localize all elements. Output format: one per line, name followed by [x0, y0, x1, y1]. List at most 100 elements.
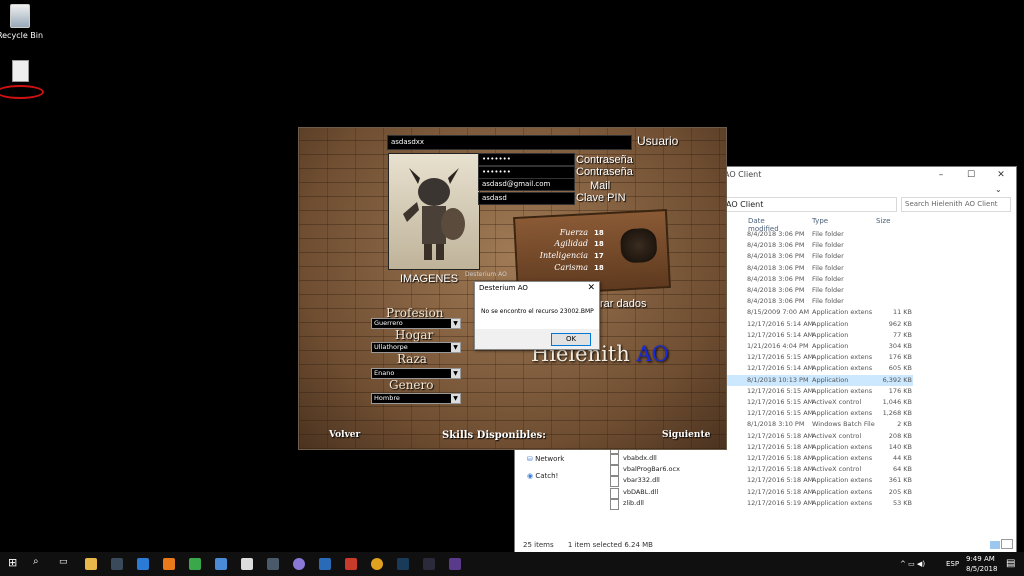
app-k-icon[interactable] [111, 558, 123, 570]
file-date: 12/17/2016 5:15 AM [747, 386, 814, 395]
chevron-down-icon: ▼ [451, 343, 460, 352]
desktop-icon-file[interactable] [0, 60, 50, 99]
app-dark-icon[interactable] [423, 558, 435, 570]
character-portrait[interactable] [388, 153, 480, 270]
notifications-icon[interactable]: ▤ [1006, 558, 1015, 569]
tray-icons[interactable]: ^ ▭ ◀) [900, 560, 925, 568]
app-x-icon[interactable] [163, 558, 175, 570]
ok-button[interactable]: OK [551, 333, 591, 346]
file-size: 962 KB [888, 319, 912, 328]
column-size[interactable]: Size [876, 217, 890, 225]
search-icon[interactable]: ⌕ [33, 556, 45, 568]
file-row[interactable]: zlib.dll 12/17/2016 5:19 AM Application ex… [515, 498, 913, 510]
file-size: 208 KB [888, 431, 912, 440]
file-type: File folder [812, 263, 844, 272]
app-gem-icon[interactable] [267, 558, 279, 570]
profesion-value: Guerrero [374, 319, 403, 327]
imagenes-label[interactable]: IMAGENES [400, 273, 458, 285]
file-row[interactable]: vbar332.dll 12/17/2016 5:18 AM Application… [515, 475, 913, 488]
desktop-icon-label: Recycle Bin [0, 31, 44, 40]
file-date: 12/17/2016 5:15 AM [747, 409, 814, 418]
details-view-icon[interactable] [990, 541, 1000, 549]
file-row[interactable]: vbDABL.dll 12/17/2016 5:18 AM Application … [515, 487, 913, 499]
clave-pin-label: Clave PIN [576, 192, 626, 204]
app-circle-icon[interactable] [293, 558, 305, 570]
file-date: 8/4/2018 3:06 PM [747, 297, 805, 306]
volver-button[interactable]: Volver [329, 430, 360, 440]
nav-network[interactable]: ⛁ Network [527, 455, 564, 463]
file-row[interactable]: vbalProgBar6.ocx 12/17/2016 5:18 AM Active… [515, 464, 913, 477]
file-type: File folder [812, 230, 844, 238]
chevron-down-icon[interactable]: ⌄ [995, 185, 1002, 194]
file-size: 77 KB [892, 330, 912, 339]
genero-label: Genero [389, 378, 434, 392]
app-red-icon[interactable] [345, 558, 357, 570]
chevron-down-icon: ▼ [451, 394, 460, 403]
contrasena-confirm-label: Contraseña [576, 166, 633, 178]
pin-field[interactable]: asdasd [478, 192, 575, 205]
tirar-dados-button[interactable]: rar dados [600, 298, 646, 310]
file-row[interactable]: vbabdx.dll 12/17/2016 5:18 AM Application … [515, 453, 913, 465]
app-blue2-icon[interactable] [319, 558, 331, 570]
maximize-icon[interactable]: ☐ [957, 168, 985, 182]
file-size: 140 KB [888, 442, 912, 451]
app-green-icon[interactable] [189, 558, 201, 570]
file-name: vbar332.dll [623, 476, 660, 485]
game-client-taskbar-icon[interactable] [449, 558, 461, 570]
file-type: File folder [812, 252, 844, 261]
large-icons-view-icon[interactable] [1001, 539, 1013, 549]
nav-catch[interactable]: ◉ Catch! [527, 472, 558, 480]
clock-time[interactable]: 9:49 AM [966, 555, 995, 563]
siguiente-button[interactable]: Siguiente [662, 430, 710, 440]
clock-date[interactable]: 8/5/2018 [966, 565, 997, 573]
desktop-icon-recycle-bin[interactable]: Recycle Bin [0, 4, 50, 40]
file-date: 12/17/2016 5:15 AM [747, 353, 814, 362]
close-icon[interactable]: ✕ [587, 283, 595, 293]
chrome-icon[interactable] [371, 558, 383, 570]
app-blue-icon[interactable] [215, 558, 227, 570]
username-field[interactable]: asdasdxx [387, 135, 632, 150]
windows-start-icon[interactable]: ⊞ [8, 556, 20, 569]
password-field[interactable]: ••••••• [478, 153, 575, 166]
app-m-icon[interactable] [137, 558, 149, 570]
mail-icon[interactable] [241, 558, 253, 570]
document-icon [11, 60, 29, 82]
task-view-icon[interactable]: ▭ [59, 557, 71, 569]
file-type: File folder [812, 274, 844, 283]
mail-field[interactable]: asdasd@gmail.com [478, 178, 575, 191]
file-explorer-icon[interactable] [85, 558, 97, 570]
genero-select[interactable]: Hombre ▼ [371, 393, 461, 404]
stat-fuerza-value: 18 [594, 229, 604, 237]
brand-accent: AO [636, 342, 669, 366]
stat-inteligencia-value: 17 [594, 252, 604, 260]
file-size: 1,046 KB [882, 398, 912, 406]
language-indicator[interactable]: ESP [946, 560, 959, 568]
file-date: 12/17/2016 5:18 AM [747, 476, 814, 485]
search-input[interactable]: Search Hielenith AO Client [901, 197, 1011, 212]
hogar-label: Hogar [395, 328, 434, 342]
file-type: File folder [812, 297, 844, 306]
stat-agilidad-value: 18 [594, 240, 604, 248]
nav-catch-label: Catch! [535, 472, 559, 480]
dice-cup-icon[interactable] [619, 227, 658, 264]
minimize-icon[interactable]: – [927, 168, 955, 182]
close-icon[interactable]: ✕ [987, 168, 1015, 182]
stat-inteligencia-label: Inteligencia [539, 251, 588, 260]
file-size: 6,392 KB [882, 375, 912, 384]
file-date: 12/17/2016 5:14 AM [747, 330, 814, 339]
file-date: 8/15/2009 7:00 AM [747, 308, 810, 317]
chevron-down-icon: ▼ [451, 369, 460, 378]
steam-icon[interactable] [397, 558, 409, 570]
usuario-label: Usuario [637, 134, 679, 148]
file-date: 12/17/2016 5:18 AM [747, 487, 814, 496]
file-date: 12/17/2016 5:18 AM [747, 442, 814, 451]
address-bar[interactable]: AO Client [722, 197, 897, 212]
file-type: ActiveX control [812, 398, 862, 406]
file-date: 12/17/2016 5:18 AM [747, 454, 814, 462]
file-type: ActiveX control [812, 465, 862, 474]
file-date: 8/1/2018 3:10 PM [747, 420, 805, 429]
column-type[interactable]: Type [812, 217, 828, 225]
status-bar: 25 items 1 item selected 6.24 MB [523, 541, 653, 549]
file-size: 11 KB [892, 308, 912, 317]
file-date: 8/4/2018 3:06 PM [747, 241, 805, 250]
